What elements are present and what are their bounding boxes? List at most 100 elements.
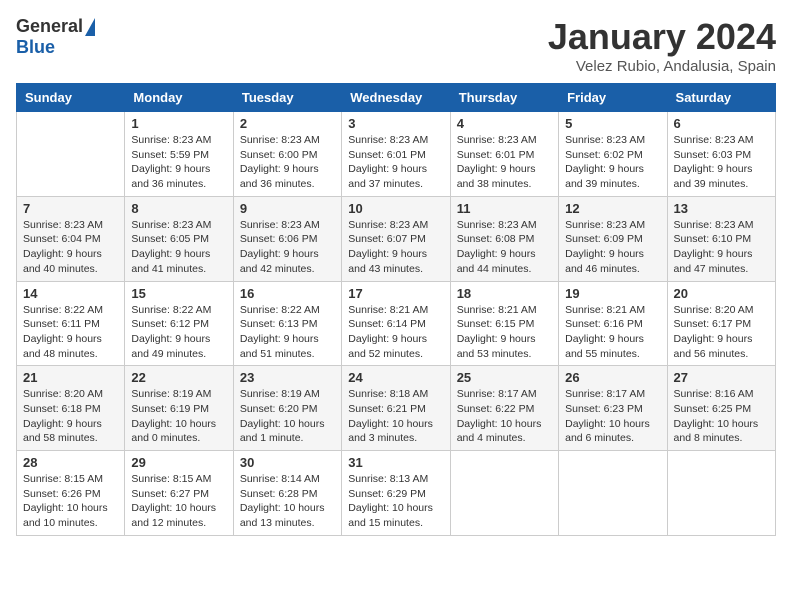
- day-number: 16: [240, 286, 335, 301]
- day-number: 6: [674, 116, 769, 131]
- calendar-cell: 18 Sunrise: 8:21 AMSunset: 6:15 PMDayligh…: [450, 281, 558, 366]
- day-number: 23: [240, 370, 335, 385]
- day-info: Sunrise: 8:23 AMSunset: 6:00 PMDaylight:…: [240, 133, 335, 192]
- calendar-cell: 21 Sunrise: 8:20 AMSunset: 6:18 PMDayligh…: [17, 366, 125, 451]
- day-info: Sunrise: 8:17 AMSunset: 6:23 PMDaylight:…: [565, 387, 660, 446]
- page-header: General Blue January 2024 Velez Rubio, A…: [16, 16, 776, 75]
- location: Velez Rubio, Andalusia, Spain: [548, 58, 776, 75]
- day-number: 1: [131, 116, 226, 131]
- day-number: 19: [565, 286, 660, 301]
- calendar-cell: 3 Sunrise: 8:23 AMSunset: 6:01 PMDaylight…: [342, 112, 450, 197]
- calendar-cell: 11 Sunrise: 8:23 AMSunset: 6:08 PMDayligh…: [450, 196, 558, 281]
- calendar-cell: 9Sunrise: 8:23 AMSunset: 6:06 PMDaylight…: [233, 196, 341, 281]
- day-number: 21: [23, 370, 118, 385]
- day-number: 13: [674, 201, 769, 216]
- day-number: 15: [131, 286, 226, 301]
- day-info: Sunrise: 8:23 AMSunset: 6:10 PMDaylight:…: [674, 218, 769, 277]
- day-number: 26: [565, 370, 660, 385]
- day-number: 8: [131, 201, 226, 216]
- calendar-cell: 6Sunrise: 8:23 AMSunset: 6:03 PMDaylight…: [667, 112, 775, 197]
- day-number: 11: [457, 201, 552, 216]
- day-info: Sunrise: 8:23 AMSunset: 6:09 PMDaylight:…: [565, 218, 660, 277]
- weekday-header: Friday: [559, 84, 667, 112]
- logo-blue-text: Blue: [16, 37, 55, 58]
- calendar-cell: 28 Sunrise: 8:15 AMSunset: 6:26 PMDayligh…: [17, 451, 125, 536]
- day-number: 4: [457, 116, 552, 131]
- weekday-header: Sunday: [17, 84, 125, 112]
- calendar-cell: 2 Sunrise: 8:23 AMSunset: 6:00 PMDaylight…: [233, 112, 341, 197]
- logo-triangle-icon: [85, 18, 95, 36]
- day-number: 7: [23, 201, 118, 216]
- weekday-header: Monday: [125, 84, 233, 112]
- day-info: Sunrise: 8:17 AMSunset: 6:22 PMDaylight:…: [457, 387, 552, 446]
- day-info: Sunrise: 8:23 AMSunset: 6:08 PMDaylight:…: [457, 218, 552, 277]
- calendar-cell: 1 Sunrise: 8:23 AMSunset: 5:59 PMDaylight…: [125, 112, 233, 197]
- calendar-cell: 22 Sunrise: 8:19 AMSunset: 6:19 PMDayligh…: [125, 366, 233, 451]
- day-info: Sunrise: 8:23 AMSunset: 6:07 PMDaylight:…: [348, 218, 443, 277]
- calendar-cell: 5 Sunrise: 8:23 AMSunset: 6:02 PMDaylight…: [559, 112, 667, 197]
- calendar-cell: 25 Sunrise: 8:17 AMSunset: 6:22 PMDayligh…: [450, 366, 558, 451]
- calendar-week-row: 21 Sunrise: 8:20 AMSunset: 6:18 PMDayligh…: [17, 366, 776, 451]
- day-number: 5: [565, 116, 660, 131]
- day-info: Sunrise: 8:21 AMSunset: 6:16 PMDaylight:…: [565, 303, 660, 362]
- calendar-cell: 14 Sunrise: 8:22 AMSunset: 6:11 PMDayligh…: [17, 281, 125, 366]
- day-info: Sunrise: 8:22 AMSunset: 6:13 PMDaylight:…: [240, 303, 335, 362]
- day-info: Sunrise: 8:22 AMSunset: 6:11 PMDaylight:…: [23, 303, 118, 362]
- calendar-cell: [667, 451, 775, 536]
- day-number: 25: [457, 370, 552, 385]
- day-number: 31: [348, 455, 443, 470]
- day-info: Sunrise: 8:23 AMSunset: 6:05 PMDaylight:…: [131, 218, 226, 277]
- day-number: 3: [348, 116, 443, 131]
- day-number: 29: [131, 455, 226, 470]
- day-info: Sunrise: 8:23 AMSunset: 6:01 PMDaylight:…: [348, 133, 443, 192]
- weekday-header: Wednesday: [342, 84, 450, 112]
- day-number: 24: [348, 370, 443, 385]
- day-info: Sunrise: 8:15 AMSunset: 6:26 PMDaylight:…: [23, 472, 118, 531]
- day-number: 17: [348, 286, 443, 301]
- day-number: 12: [565, 201, 660, 216]
- day-number: 22: [131, 370, 226, 385]
- day-info: Sunrise: 8:21 AMSunset: 6:15 PMDaylight:…: [457, 303, 552, 362]
- day-number: 18: [457, 286, 552, 301]
- calendar-cell: [17, 112, 125, 197]
- day-number: 30: [240, 455, 335, 470]
- day-info: Sunrise: 8:23 AMSunset: 6:02 PMDaylight:…: [565, 133, 660, 192]
- day-info: Sunrise: 8:14 AMSunset: 6:28 PMDaylight:…: [240, 472, 335, 531]
- day-info: Sunrise: 8:21 AMSunset: 6:14 PMDaylight:…: [348, 303, 443, 362]
- day-info: Sunrise: 8:23 AMSunset: 5:59 PMDaylight:…: [131, 133, 226, 192]
- calendar-cell: 4 Sunrise: 8:23 AMSunset: 6:01 PMDaylight…: [450, 112, 558, 197]
- calendar-cell: 26 Sunrise: 8:17 AMSunset: 6:23 PMDayligh…: [559, 366, 667, 451]
- calendar-cell: 29Sunrise: 8:15 AMSunset: 6:27 PMDayligh…: [125, 451, 233, 536]
- calendar-cell: 12 Sunrise: 8:23 AMSunset: 6:09 PMDayligh…: [559, 196, 667, 281]
- calendar-week-row: 28 Sunrise: 8:15 AMSunset: 6:26 PMDayligh…: [17, 451, 776, 536]
- weekday-header: Tuesday: [233, 84, 341, 112]
- day-number: 10: [348, 201, 443, 216]
- day-info: Sunrise: 8:19 AMSunset: 6:19 PMDaylight:…: [131, 387, 226, 446]
- calendar-cell: 10 Sunrise: 8:23 AMSunset: 6:07 PMDayligh…: [342, 196, 450, 281]
- calendar-cell: 24 Sunrise: 8:18 AMSunset: 6:21 PMDayligh…: [342, 366, 450, 451]
- calendar-cell: 8 Sunrise: 8:23 AMSunset: 6:05 PMDaylight…: [125, 196, 233, 281]
- day-number: 14: [23, 286, 118, 301]
- calendar-cell: 7 Sunrise: 8:23 AMSunset: 6:04 PMDaylight…: [17, 196, 125, 281]
- day-number: 9: [240, 201, 335, 216]
- calendar-cell: 27Sunrise: 8:16 AMSunset: 6:25 PMDayligh…: [667, 366, 775, 451]
- calendar-week-row: 1 Sunrise: 8:23 AMSunset: 5:59 PMDaylight…: [17, 112, 776, 197]
- day-info: Sunrise: 8:23 AMSunset: 6:04 PMDaylight:…: [23, 218, 118, 277]
- month-title: January 2024: [548, 16, 776, 58]
- day-number: 2: [240, 116, 335, 131]
- logo: General Blue: [16, 16, 95, 58]
- calendar-cell: 20Sunrise: 8:20 AMSunset: 6:17 PMDayligh…: [667, 281, 775, 366]
- calendar-cell: 16 Sunrise: 8:22 AMSunset: 6:13 PMDayligh…: [233, 281, 341, 366]
- day-info: Sunrise: 8:18 AMSunset: 6:21 PMDaylight:…: [348, 387, 443, 446]
- calendar-cell: 30 Sunrise: 8:14 AMSunset: 6:28 PMDayligh…: [233, 451, 341, 536]
- day-info: Sunrise: 8:20 AMSunset: 6:18 PMDaylight:…: [23, 387, 118, 446]
- calendar-cell: 31Sunrise: 8:13 AMSunset: 6:29 PMDayligh…: [342, 451, 450, 536]
- calendar-week-row: 14 Sunrise: 8:22 AMSunset: 6:11 PMDayligh…: [17, 281, 776, 366]
- day-info: Sunrise: 8:19 AMSunset: 6:20 PMDaylight:…: [240, 387, 335, 446]
- day-number: 20: [674, 286, 769, 301]
- calendar-cell: 15Sunrise: 8:22 AMSunset: 6:12 PMDayligh…: [125, 281, 233, 366]
- day-number: 28: [23, 455, 118, 470]
- day-info: Sunrise: 8:23 AMSunset: 6:01 PMDaylight:…: [457, 133, 552, 192]
- weekday-header: Saturday: [667, 84, 775, 112]
- calendar-cell: 23 Sunrise: 8:19 AMSunset: 6:20 PMDayligh…: [233, 366, 341, 451]
